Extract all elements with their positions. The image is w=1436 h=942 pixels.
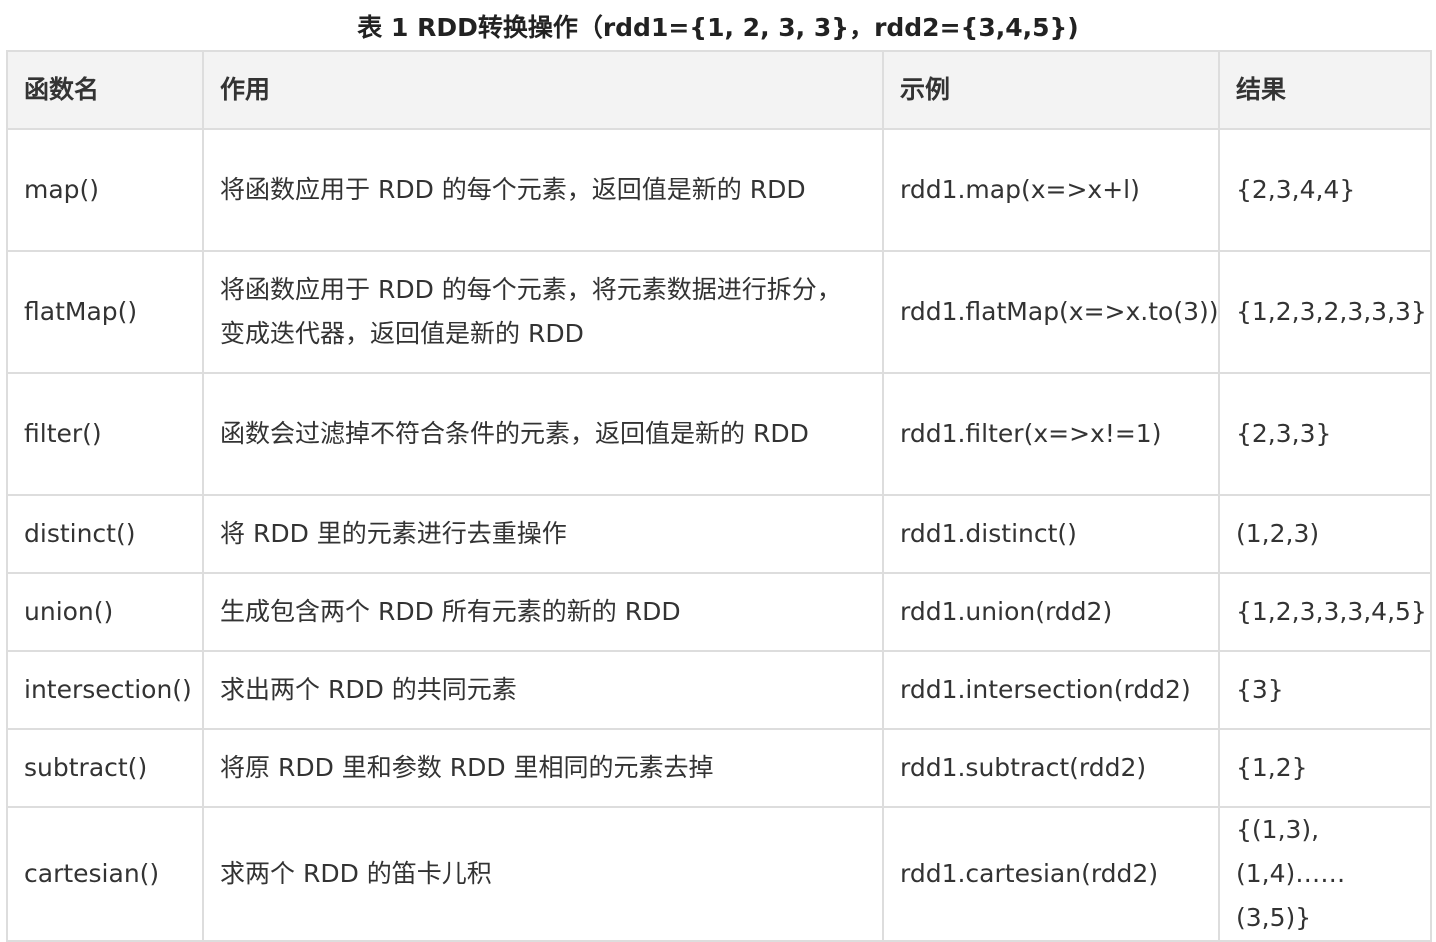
cell-example: rdd1.filter(x=>x!=1)	[882, 372, 1220, 496]
cell-result: {1,2,3,2,3,3,3}	[1218, 250, 1432, 374]
cell-result: (1,2,3)	[1218, 494, 1432, 574]
table-caption: 表 1 RDD转换操作（rdd1={1, 2, 3, 3}，rdd2={3,4,…	[357, 13, 1079, 42]
cell-result: {(1,3),(1,4)……(3,5)}	[1218, 806, 1432, 942]
header-function-name: 函数名	[6, 50, 204, 130]
cell-result: {1,2,3,3,3,4,5}	[1218, 572, 1432, 652]
cell-purpose: 将原 RDD 里和参数 RDD 里相同的元素去掉	[202, 728, 884, 808]
header-purpose: 作用	[202, 50, 884, 130]
cell-function-name: intersection()	[6, 650, 204, 730]
header-example: 示例	[882, 50, 1220, 130]
cell-result: {2,3,4,4}	[1218, 128, 1432, 252]
cell-purpose: 生成包含两个 RDD 所有元素的新的 RDD	[202, 572, 884, 652]
table-row: union() 生成包含两个 RDD 所有元素的新的 RDD rdd1.unio…	[6, 572, 1432, 652]
cell-result: {1,2}	[1218, 728, 1432, 808]
cell-example: rdd1.subtract(rdd2)	[882, 728, 1220, 808]
cell-purpose: 将 RDD 里的元素进行去重操作	[202, 494, 884, 574]
rdd-transform-table: 函数名 作用 示例 结果 map() 将函数应用于 RDD 的每个元素，返回值是…	[6, 50, 1432, 942]
table-row: intersection() 求出两个 RDD 的共同元素 rdd1.inter…	[6, 650, 1432, 730]
table-row: filter() 函数会过滤掉不符合条件的元素，返回值是新的 RDD rdd1.…	[6, 372, 1432, 496]
cell-function-name: cartesian()	[6, 806, 204, 942]
cell-function-name: subtract()	[6, 728, 204, 808]
cell-example: rdd1.distinct()	[882, 494, 1220, 574]
cell-result: {3}	[1218, 650, 1432, 730]
table-row: flatMap() 将函数应用于 RDD 的每个元素，将元素数据进行拆分，变成迭…	[6, 250, 1432, 374]
header-result: 结果	[1218, 50, 1432, 130]
table-row: cartesian() 求两个 RDD 的笛卡儿积 rdd1.cartesian…	[6, 806, 1432, 942]
cell-example: rdd1.intersection(rdd2)	[882, 650, 1220, 730]
cell-purpose: 函数会过滤掉不符合条件的元素，返回值是新的 RDD	[202, 372, 884, 496]
cell-example: rdd1.flatMap(x=>x.to(3))	[882, 250, 1220, 374]
cell-function-name: union()	[6, 572, 204, 652]
cell-example: rdd1.cartesian(rdd2)	[882, 806, 1220, 942]
cell-example: rdd1.map(x=>x+l)	[882, 128, 1220, 252]
table-header-row: 函数名 作用 示例 结果	[6, 50, 1432, 130]
cell-function-name: distinct()	[6, 494, 204, 574]
cell-purpose: 将函数应用于 RDD 的每个元素，返回值是新的 RDD	[202, 128, 884, 252]
cell-function-name: flatMap()	[6, 250, 204, 374]
table-row: distinct() 将 RDD 里的元素进行去重操作 rdd1.distinc…	[6, 494, 1432, 574]
cell-purpose: 将函数应用于 RDD 的每个元素，将元素数据进行拆分，变成迭代器，返回值是新的 …	[202, 250, 884, 374]
cell-example: rdd1.union(rdd2)	[882, 572, 1220, 652]
cell-function-name: map()	[6, 128, 204, 252]
table-row: subtract() 将原 RDD 里和参数 RDD 里相同的元素去掉 rdd1…	[6, 728, 1432, 808]
table-row: map() 将函数应用于 RDD 的每个元素，返回值是新的 RDD rdd1.m…	[6, 128, 1432, 252]
cell-purpose: 求出两个 RDD 的共同元素	[202, 650, 884, 730]
cell-function-name: filter()	[6, 372, 204, 496]
cell-purpose: 求两个 RDD 的笛卡儿积	[202, 806, 884, 942]
cell-result: {2,3,3}	[1218, 372, 1432, 496]
